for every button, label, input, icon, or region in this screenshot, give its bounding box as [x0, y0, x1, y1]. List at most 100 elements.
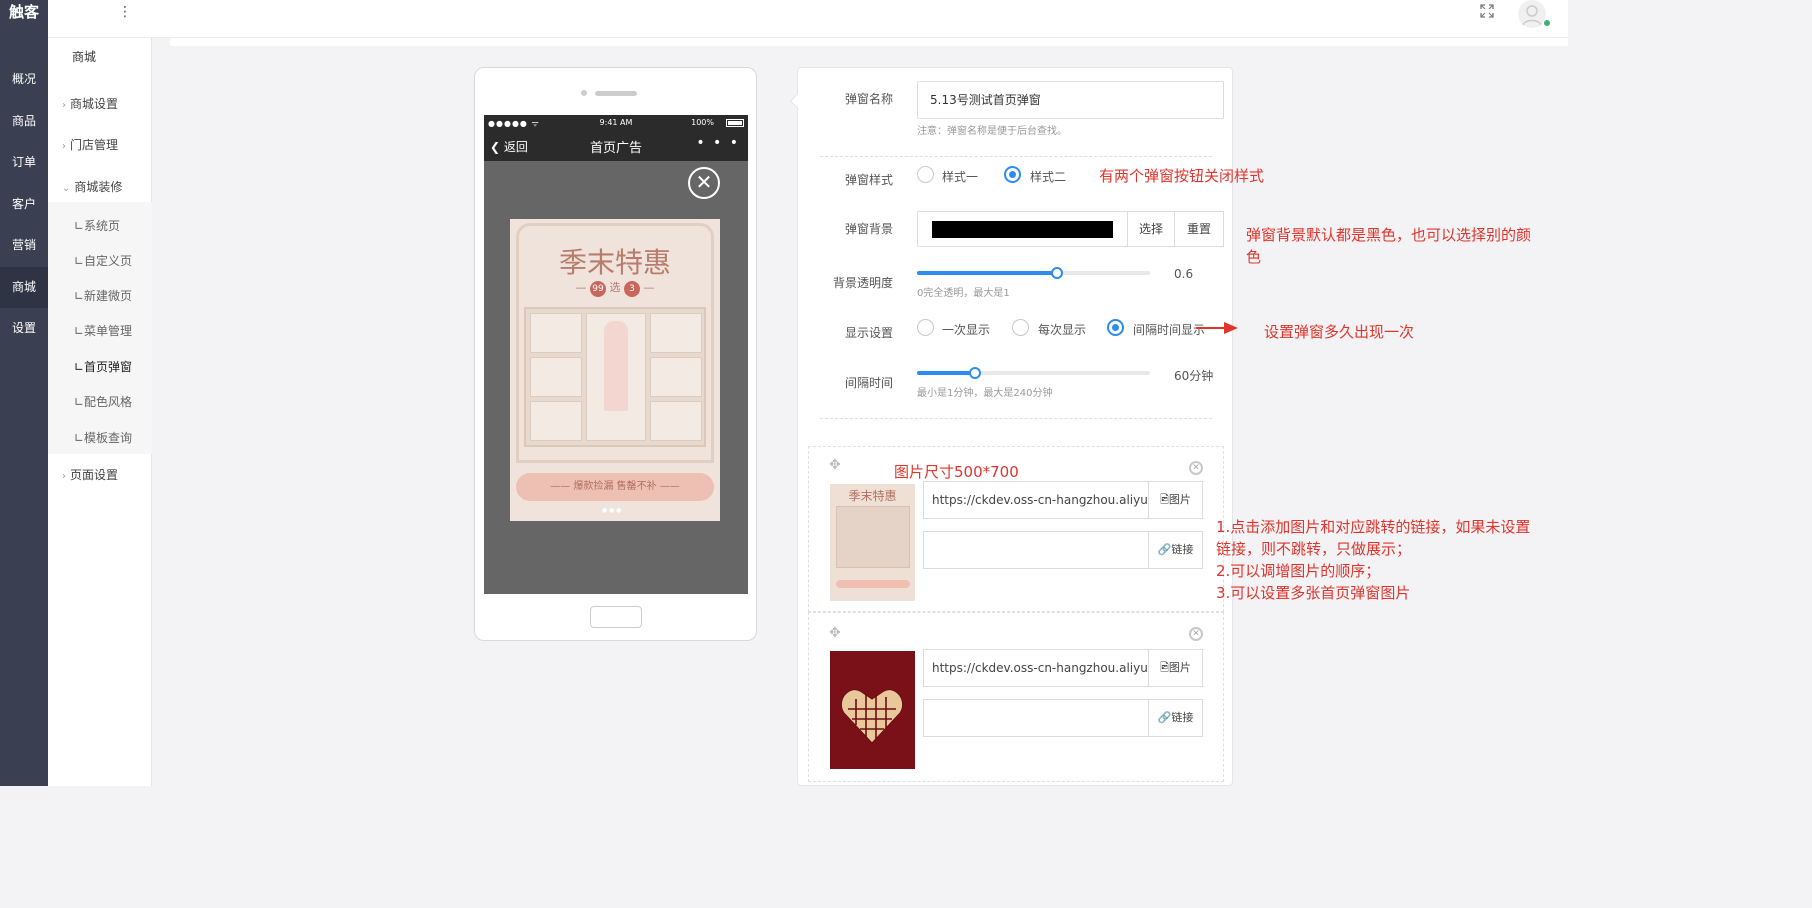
sidebar-group-label: 门店管理	[70, 138, 119, 152]
link-button[interactable]: 🔗链接	[1148, 531, 1203, 569]
display-once-radio[interactable]	[917, 319, 934, 336]
image-thumbnail	[830, 651, 915, 769]
sidebar-group-label: 商城装修	[74, 180, 123, 194]
opacity-slider-handle[interactable]	[1051, 267, 1063, 279]
sidebar-group-mall-decoration[interactable]: ⌄ 商城装修	[62, 178, 122, 195]
phone-nav-bar: ❮ 返回 首页广告 • • •	[484, 131, 748, 161]
opacity-hint: 0完全透明，最大是1	[917, 288, 1010, 299]
sidebar-group-label: 商城设置	[70, 97, 119, 111]
user-avatar[interactable]	[1518, 0, 1546, 28]
drag-move-icon[interactable]: ✥	[829, 625, 841, 641]
rail-item-settings[interactable]: 设置	[0, 308, 48, 349]
ad-badge-text: 选	[609, 281, 621, 294]
display-every-time-radio[interactable]	[1012, 319, 1029, 336]
background-color-swatch	[932, 221, 1113, 238]
chevron-right-icon: ›	[62, 100, 66, 111]
link-url-input[interactable]	[923, 531, 1149, 569]
remove-item-icon[interactable]: ✕	[1189, 461, 1203, 475]
phone-home-button	[590, 606, 642, 628]
image-url-input[interactable]: https://ckdev.oss-cn-hangzhou.aliyuncs.c…	[923, 481, 1149, 519]
interval-hint: 最小是1分钟，最大是240分钟	[917, 388, 1053, 399]
sidebar-item-new-micro-page[interactable]: ∟新建微页	[74, 287, 132, 304]
rail-item-overview[interactable]: 概况	[0, 59, 48, 100]
interval-slider-handle[interactable]	[969, 367, 981, 379]
rail-item-marketing[interactable]: 营销	[0, 225, 48, 266]
top-bar: ⋮	[48, 0, 1568, 38]
chevron-right-icon: ›	[62, 471, 66, 482]
background-label: 弹窗背景	[844, 222, 893, 236]
sidebar-group-store-management[interactable]: › 门店管理	[62, 136, 118, 153]
sidebar-group-label: 页面设置	[70, 468, 119, 482]
annotation-images-note-4: 3.可以设置多张首页弹窗图片	[1216, 584, 1411, 602]
chevron-right-icon: ›	[62, 141, 66, 152]
battery-percent: 100%	[691, 118, 714, 127]
sidebar-group-page-settings[interactable]: › 页面设置	[62, 466, 118, 483]
link-url-input[interactable]	[923, 699, 1149, 737]
divider	[820, 418, 1212, 419]
image-url-input[interactable]: https://ckdev.oss-cn-hangzhou.aliyuncs.c…	[923, 649, 1149, 687]
annotation-image-size: 图片尺寸500*700	[894, 463, 1019, 481]
sidebar-item-home-popup[interactable]: ∟首页弹窗	[74, 358, 132, 375]
display-interval-label: 间隔时间显示	[1133, 323, 1206, 337]
popup-close-icon[interactable]: ✕	[688, 167, 720, 199]
display-once-label: 一次显示	[942, 323, 991, 337]
phone-preview: ●●●●● ᯤ 9:41 AM 100% ❮ 返回 首页广告 • • • ✕ 季…	[474, 67, 757, 641]
rail-item-products[interactable]: 商品	[0, 101, 48, 142]
link-icon: 🔗	[1157, 543, 1172, 556]
ad-shelf-illustration	[524, 307, 706, 447]
sidebar-item-custom-page[interactable]: ∟自定义页	[74, 252, 132, 269]
image-button-label: 图片	[1168, 661, 1191, 674]
rail-item-orders[interactable]: 订单	[0, 142, 48, 183]
image-thumbnail: 季末特惠	[830, 484, 915, 601]
reset-color-button[interactable]: 重置	[1174, 211, 1224, 247]
divider	[820, 156, 1212, 157]
display-interval-radio[interactable]	[1107, 319, 1124, 336]
sidebar-title: 商城	[72, 50, 97, 64]
sidebar-group-mall-settings[interactable]: › 商城设置	[62, 95, 118, 112]
remove-item-icon[interactable]: ✕	[1189, 627, 1203, 641]
drag-move-icon[interactable]: ✥	[829, 457, 841, 473]
sidebar-item-system-page[interactable]: ∟系统页	[74, 217, 120, 234]
popup-name-input[interactable]: 5.13号测试首页弹窗	[917, 81, 1224, 119]
image-upload-button[interactable]: 🖻图片	[1148, 649, 1203, 687]
sidebar-item-menu-management[interactable]: ∟菜单管理	[74, 322, 132, 339]
link-icon: 🔗	[1157, 711, 1172, 724]
style-two-radio[interactable]	[1004, 166, 1021, 183]
annotation-close-style: 有两个弹窗按钮关闭样式	[1099, 167, 1265, 185]
interval-slider-fill	[917, 371, 975, 375]
image-icon: 🖻	[1160, 493, 1169, 506]
chevron-down-icon: ⌄	[62, 183, 71, 194]
ad-badge: 99	[590, 281, 606, 297]
more-menu-icon[interactable]: ⋮	[118, 4, 132, 20]
display-label: 显示设置	[844, 326, 893, 340]
more-dots-icon[interactable]: • • •	[696, 135, 740, 151]
secondary-sidebar: 商城 › 商城设置 › 门店管理 ⌄ 商城装修 ∟系统页 ∟自定义页 ∟新建微页 ∟菜…	[48, 38, 152, 786]
annotation-images-note-2: 链接，则不跳转，只做展示；	[1216, 540, 1412, 558]
style-one-radio[interactable]	[917, 166, 934, 183]
link-button-label: 链接	[1171, 711, 1194, 724]
image-button-label: 图片	[1168, 493, 1191, 506]
background-color-field[interactable]	[917, 211, 1128, 247]
sidebar-item-color-style[interactable]: ∟配色风格	[74, 393, 132, 410]
interval-label: 间隔时间	[844, 376, 893, 390]
rail-item-customers[interactable]: 客户	[0, 184, 48, 225]
ad-headline: 季末特惠	[558, 246, 671, 279]
online-status-dot	[1544, 20, 1550, 26]
image-upload-button[interactable]: 🖻图片	[1148, 481, 1203, 519]
heart-illustration	[840, 689, 904, 744]
image-icon: 🖻	[1160, 661, 1169, 674]
phone-speaker	[595, 91, 637, 96]
content-header-strip	[170, 38, 1568, 46]
thumbnail-art	[836, 506, 910, 568]
sidebar-item-template-query[interactable]: ∟模板查询	[74, 429, 132, 446]
rail-item-mall[interactable]: 商城	[0, 267, 48, 308]
display-every-time-label: 每次显示	[1038, 323, 1087, 337]
popup-ad-image[interactable]: 季末特惠 — 99 选 3 — —— 爆款捡漏 售罄不补 —— ● ● ●	[510, 219, 720, 521]
link-button[interactable]: 🔗链接	[1148, 699, 1203, 737]
carousel-dots: ● ● ●	[602, 507, 622, 514]
left-rail: 触客 概况 商品 订单 客户 营销 商城 设置	[0, 0, 48, 786]
ad-subline: — 99 选 3 —	[510, 279, 720, 297]
choose-color-button[interactable]: 选择	[1127, 211, 1175, 247]
fullscreen-icon[interactable]	[1480, 4, 1494, 18]
opacity-label: 背景透明度	[832, 276, 893, 290]
